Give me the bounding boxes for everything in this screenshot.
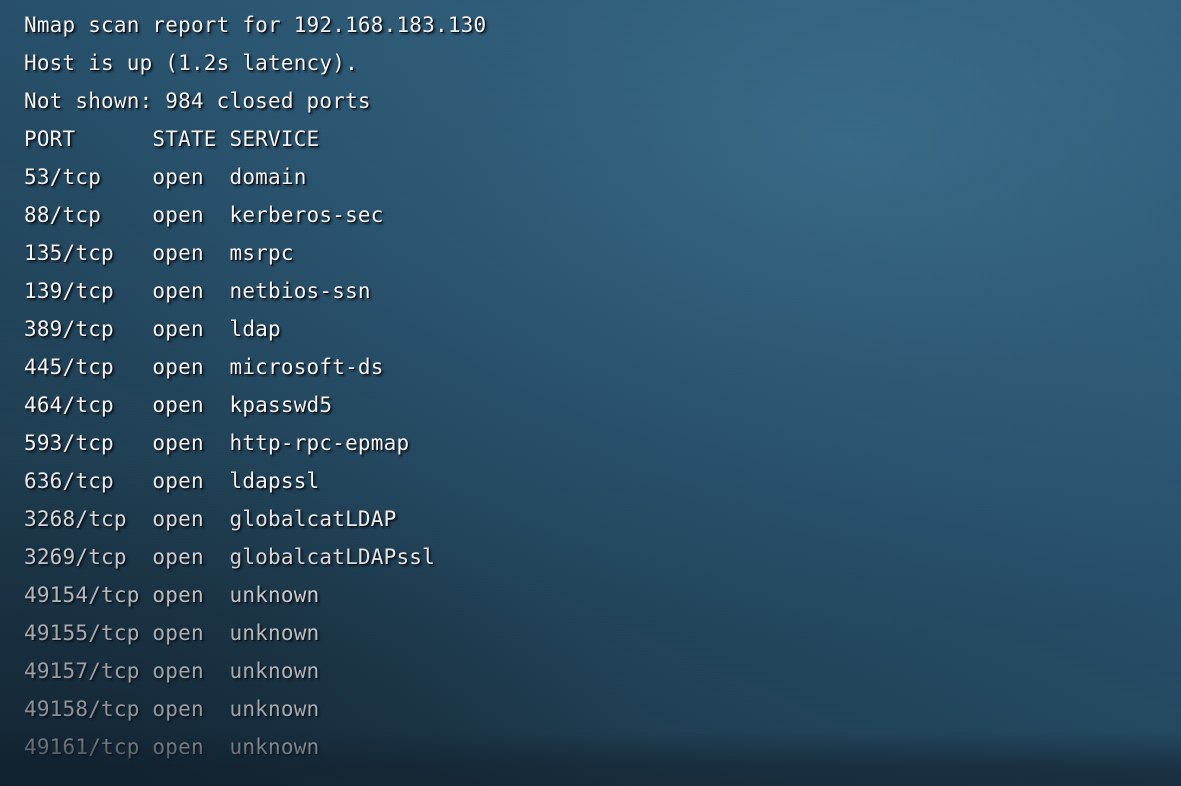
table-row: 49158/tcp open unknown xyxy=(24,697,320,721)
port-table-header: PORT STATE SERVICE xyxy=(24,127,320,151)
table-row: 49155/tcp open unknown xyxy=(24,621,320,645)
host-status-line: Host is up (1.2s latency). xyxy=(24,51,358,75)
table-row: 49161/tcp open unknown xyxy=(24,735,320,759)
not-shown-line: Not shown: 984 closed ports xyxy=(24,89,371,113)
table-row: 135/tcp open msrpc xyxy=(24,241,294,265)
table-row: 49154/tcp open unknown xyxy=(24,583,320,607)
table-row: 139/tcp open netbios-ssn xyxy=(24,279,371,303)
scan-report-line: Nmap scan report for 192.168.183.130 xyxy=(24,13,487,37)
table-row: 49157/tcp open unknown xyxy=(24,659,320,683)
table-row: 445/tcp open microsoft-ds xyxy=(24,355,384,379)
nmap-scan-output[interactable]: Nmap scan report for 192.168.183.130 Host… xyxy=(0,0,486,766)
table-row: 593/tcp open http-rpc-epmap xyxy=(24,431,410,455)
table-row: 3268/tcp open globalcatLDAP xyxy=(24,507,397,531)
table-row: 464/tcp open kpasswd5 xyxy=(24,393,333,417)
table-row: 389/tcp open ldap xyxy=(24,317,281,341)
table-row: 88/tcp open kerberos-sec xyxy=(24,203,384,227)
table-row: 53/tcp open domain xyxy=(24,165,307,189)
terminal-screen: Nmap scan report for 192.168.183.130 Host… xyxy=(0,0,1181,786)
table-row: 636/tcp open ldapssl xyxy=(24,469,320,493)
table-row: 3269/tcp open globalcatLDAPssl xyxy=(24,545,435,569)
